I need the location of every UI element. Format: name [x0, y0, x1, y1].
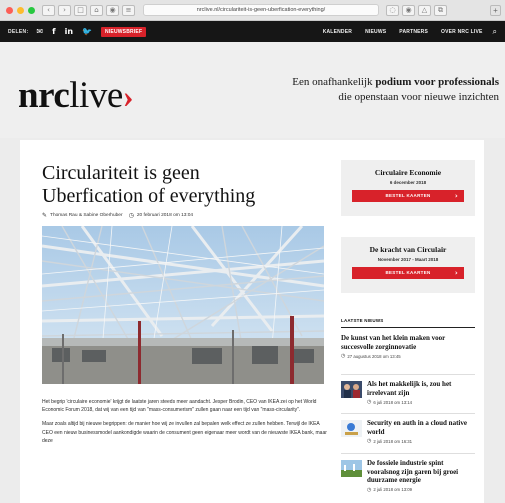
facebook-icon[interactable]: f — [52, 27, 55, 36]
zoom-window-icon[interactable] — [28, 6, 35, 14]
news-thumbnail[interactable] — [341, 381, 362, 398]
home-button[interactable]: ⌂ — [90, 4, 103, 16]
article-date: 20 februari 2018 om 13:04 — [136, 213, 194, 218]
clock-icon: ◷ — [367, 486, 372, 493]
news-title[interactable]: De kunst van het klein maken voor succes… — [341, 334, 475, 351]
clock-icon: ◷ — [367, 438, 372, 445]
browser-toolbar: ‹ › □ ⌂ ◉ ≡ nrclive.nl/circulariteit-is-… — [0, 0, 505, 21]
chevron-right-icon: › — [454, 269, 458, 277]
promo-date: November 2017 - Maart 2018 — [377, 257, 439, 262]
nrclive-logo[interactable]: nrclive› — [18, 74, 134, 117]
mail-icon[interactable]: ✉ — [36, 27, 43, 36]
tabs-button[interactable]: ⧉ — [434, 4, 447, 16]
share-label: DELEN: — [8, 28, 29, 35]
address-bar[interactable]: nrclive.nl/circulariteit-is-geen-uberfic… — [143, 4, 379, 16]
article-title: Circulariteit is geen Uberfication of ev… — [42, 162, 256, 207]
site-header: nrclive› Een onafhankelijk podium voor p… — [0, 42, 505, 138]
news-date: ◷ 27 augustus 2018 om 13:45 — [341, 353, 401, 360]
newsletter-button[interactable]: NIEUWSBRIEF — [101, 26, 147, 37]
clock-icon: ◷ — [128, 212, 134, 219]
minimize-window-icon[interactable] — [17, 6, 24, 14]
article-body: Het begrip 'circulaire economie' krijgt … — [42, 398, 328, 451]
article-meta: ✎ Thomas Rau & Sabine Oberhuber ◷ 20 feb… — [42, 212, 193, 219]
linkedin-icon[interactable]: in — [65, 27, 73, 36]
news-title[interactable]: De fossiele industrie spint vooralsnog z… — [367, 459, 475, 485]
news-item[interactable]: Security en auth in a cloud native world… — [341, 419, 475, 444]
search-icon[interactable]: ⌕ — [493, 27, 497, 37]
article-paragraph-2: Maar zoals altijd bij nieuwe begrippen: … — [42, 421, 327, 444]
news-date: ◷ 2 juli 2018 om 16:31 — [367, 438, 413, 445]
divider — [341, 374, 475, 375]
news-title[interactable]: Security en auth in a cloud native world — [367, 419, 475, 436]
divider — [341, 453, 475, 454]
share-button[interactable]: △ — [418, 4, 431, 16]
clock-icon: ◷ — [367, 399, 372, 406]
news-thumbnail[interactable] — [341, 420, 362, 437]
nav-link-nieuws[interactable]: NIEUWS — [365, 29, 386, 35]
bestel-kaarten-button[interactable]: BESTEL KAARTEN › — [352, 267, 464, 279]
back-button[interactable]: ‹ — [42, 4, 55, 16]
chevron-right-icon: › — [454, 192, 458, 200]
nav-link-over[interactable]: OVER NRC LIVE — [441, 29, 483, 35]
promo-date: 6 december 2018 — [389, 180, 427, 185]
extension-button[interactable]: ◉ — [106, 4, 119, 16]
divider — [341, 413, 475, 414]
nav-links: KALENDER NIEUWS PARTNERS OVER NRC LIVE ⌕ — [310, 27, 497, 37]
latest-news-heading: LAATSTE NIEUWS — [341, 318, 475, 328]
top-navigation: DELEN: ✉ f in 🐦 NIEUWSBRIEF KALENDER NIE… — [0, 21, 505, 42]
news-thumbnail[interactable] — [341, 460, 362, 477]
promo-title: De kracht van Circulair — [369, 245, 447, 254]
new-tab-button[interactable]: + — [490, 5, 501, 16]
content-area: Circulariteit is geen Uberfication of ev… — [0, 138, 505, 503]
article-authors: Thomas Rau & Sabine Oberhuber — [50, 213, 123, 218]
news-item[interactable]: Als het makkelijk is, zou het irrelevant… — [341, 380, 475, 405]
close-window-icon[interactable] — [6, 6, 13, 14]
article-paragraph-1: Het begrip 'circulaire economie' krijgt … — [42, 399, 317, 414]
nav-link-kalender[interactable]: KALENDER — [323, 29, 352, 35]
promo-circulaire-economie: Circulaire Economie 6 december 2018 BEST… — [341, 160, 475, 216]
promo-title: Circulaire Economie — [374, 168, 442, 177]
tagline: Een onafhankelijk podium voor profession… — [292, 76, 499, 103]
promo-kracht-van-circulair: De kracht van Circulair November 2017 - … — [341, 237, 475, 293]
nav-link-partners[interactable]: PARTNERS — [399, 29, 428, 35]
news-date: ◷ 6 juli 2018 om 13:14 — [367, 399, 413, 406]
menu-button[interactable]: ≡ — [122, 4, 135, 16]
twitter-icon[interactable]: 🐦 — [82, 27, 92, 36]
news-date: ◷ 2 juli 2018 om 13:09 — [367, 486, 413, 493]
article-photo — [42, 226, 324, 384]
news-item[interactable]: De fossiele industrie spint vooralsnog z… — [341, 459, 475, 493]
news-title[interactable]: Als het makkelijk is, zou het irrelevant… — [367, 380, 475, 397]
clock-icon: ◷ — [341, 353, 346, 360]
bestel-kaarten-button[interactable]: BESTEL KAARTEN › — [352, 190, 464, 202]
sidebar-toggle-button[interactable]: □ — [74, 4, 87, 16]
forward-button[interactable]: › — [58, 4, 71, 16]
article-card: Circulariteit is geen Uberfication of ev… — [20, 140, 484, 503]
reload-button[interactable]: ◌ — [386, 4, 399, 16]
extension-button-2[interactable]: ◉ — [402, 4, 415, 16]
pen-icon: ✎ — [42, 212, 48, 219]
news-item[interactable]: De kunst van het klein maken voor succes… — [341, 334, 475, 359]
